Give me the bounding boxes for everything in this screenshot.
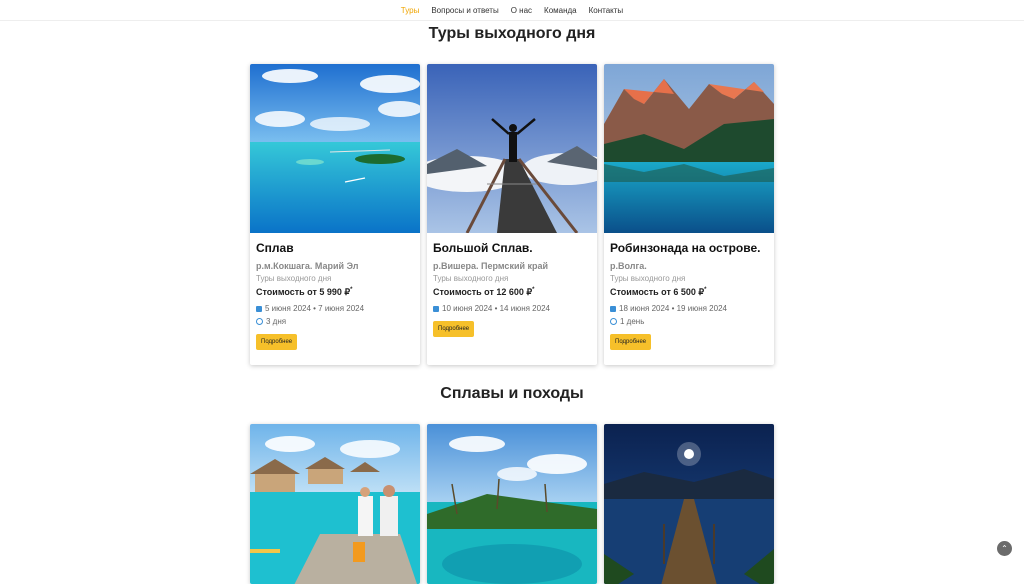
tour-duration: 1 день	[610, 317, 768, 326]
tour-title[interactable]: Робинзонада на острове.	[610, 241, 768, 255]
tour-image-mountain-bridge[interactable]	[427, 64, 597, 233]
nav-item-faq[interactable]: Вопросы и ответы	[431, 6, 498, 15]
tour-dates: 5 июня 2024 • 7 июня 2024	[256, 304, 414, 313]
tour-duration: 3 дня	[256, 317, 414, 326]
tour-category: Туры выходного дня	[610, 274, 686, 283]
section-title-rafting-hiking: Сплавы и походы	[440, 385, 584, 402]
tour-image-night-pier[interactable]	[604, 424, 774, 584]
tour-card: Сплав р.м.Кокшага. Марий Эл Туры выходно…	[250, 64, 420, 365]
clock-icon	[256, 318, 263, 325]
tour-card	[604, 424, 774, 584]
details-button[interactable]: Подробнее	[433, 321, 475, 337]
tour-category: Туры выходного дня	[256, 274, 332, 283]
tour-dates: 18 июня 2024 • 19 июня 2024	[610, 304, 768, 313]
tour-location: р.Волга.	[610, 261, 647, 271]
tour-card: Большой Сплав. р.Вишера. Пермский край Т…	[427, 64, 597, 365]
tour-image-palm-island[interactable]	[427, 424, 597, 584]
tour-image-mountain-lake[interactable]	[604, 64, 774, 233]
tour-card: Робинзонада на острове. р.Волга. Туры вы…	[604, 64, 774, 365]
chevron-up-icon: ⌃	[1001, 544, 1008, 553]
top-navigation: Туры Вопросы и ответы О нас Команда Конт…	[0, 0, 1024, 21]
calendar-icon	[433, 305, 439, 312]
tour-location: р.Вишера. Пермский край	[433, 261, 549, 271]
details-button[interactable]: Подробнее	[610, 334, 652, 350]
calendar-icon	[256, 305, 262, 312]
tour-price: Стоимость от 12 600 ₽*	[433, 287, 535, 297]
tour-card	[427, 424, 597, 584]
tour-price: Стоимость от 6 500 ₽*	[610, 287, 707, 297]
tour-dates: 10 июня 2024 • 14 июня 2024	[433, 304, 591, 313]
tour-title[interactable]: Большой Сплав.	[433, 241, 591, 255]
nav-item-contacts[interactable]: Контакты	[589, 6, 624, 15]
nav-item-about[interactable]: О нас	[511, 6, 532, 15]
tour-card	[250, 424, 420, 584]
clock-icon	[610, 318, 617, 325]
nav-item-team[interactable]: Команда	[544, 6, 577, 15]
tour-category: Туры выходного дня	[433, 274, 509, 283]
scroll-to-top-button[interactable]: ⌃	[997, 541, 1012, 556]
calendar-icon	[610, 305, 616, 312]
tour-title[interactable]: Сплав	[256, 241, 414, 255]
tour-image-tropical-island[interactable]	[250, 64, 420, 233]
details-button[interactable]: Подробнее	[256, 334, 298, 350]
tour-location: р.м.Кокшага. Марий Эл	[256, 261, 359, 271]
tour-price: Стоимость от 5 990 ₽*	[256, 287, 353, 297]
nav-item-tours[interactable]: Туры	[401, 6, 420, 15]
section-title-weekend-tours: Туры выходного дня	[428, 25, 596, 42]
tour-image-overwater-bungalows[interactable]	[250, 424, 420, 584]
